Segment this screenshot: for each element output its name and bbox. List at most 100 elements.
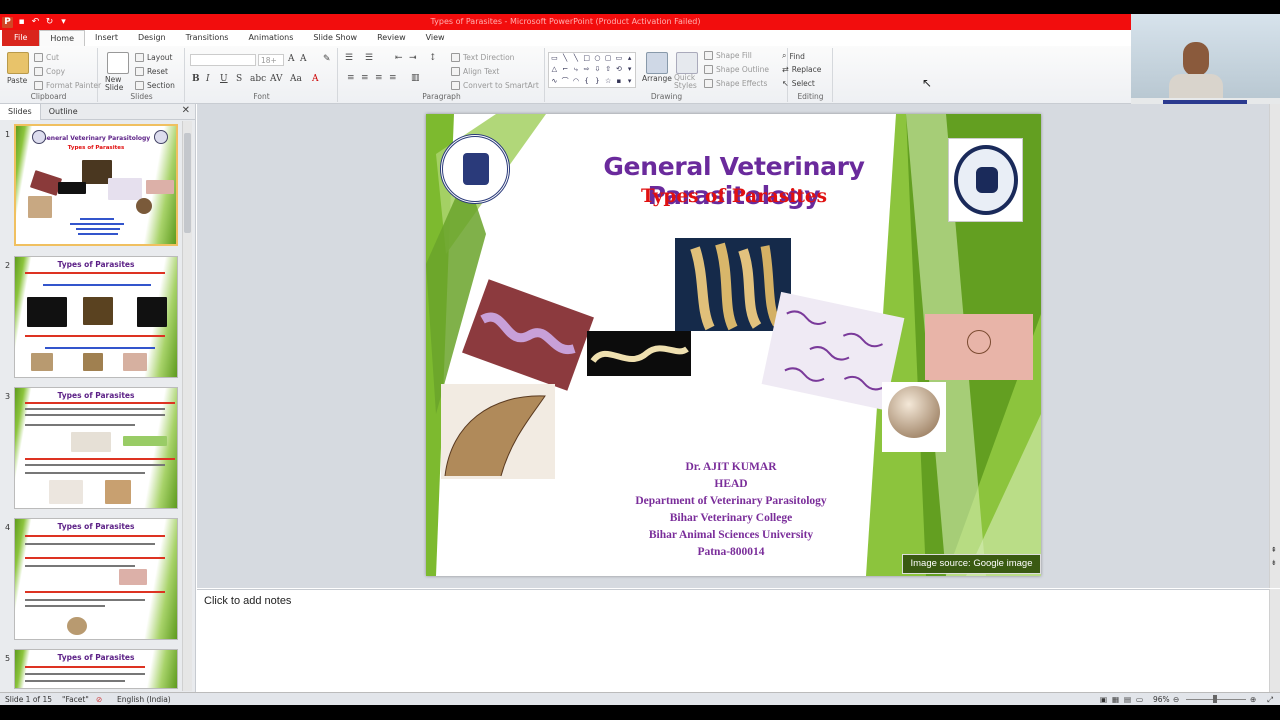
more-shapes-icon[interactable]: ▪ [614,76,625,87]
reset-button[interactable]: Reset [135,67,168,76]
select-button[interactable]: ↖ Select [782,79,815,88]
tab-file[interactable]: File [2,30,40,46]
line-shape-icon[interactable]: ╲ [560,53,571,64]
curved-shape-icon[interactable]: ⟲ [614,64,625,75]
zoom-slider-handle[interactable] [1213,695,1217,703]
tab-outline[interactable]: Outline [41,104,86,120]
line-spacing-icon[interactable]: ↕ [429,53,437,63]
next-slide-icon[interactable]: ⇟ [1271,559,1277,567]
grow-font-icon[interactable]: A [288,54,295,64]
quick-styles-button[interactable]: Quick Styles [674,74,700,90]
spellcheck-icon[interactable]: ⊘ [96,695,102,704]
scroll-down-icon[interactable]: ▾ [624,64,635,75]
elbow-shape-icon[interactable]: ⌐ [560,64,571,75]
font-size-box[interactable]: 18+ [258,54,284,66]
current-slide[interactable]: General Veterinary Parasitology Types of… [426,114,1041,576]
new-slide-button[interactable]: New Slide [105,76,135,92]
increase-indent-icon[interactable]: ⇥ [409,53,417,63]
notes-pane[interactable]: Click to add notes [197,589,1269,692]
slide-thumbnail-3[interactable]: Types of Parasites [14,387,178,509]
paste-button[interactable]: Paste [7,76,27,85]
slide-thumbnail-4[interactable]: Types of Parasites [14,518,178,640]
bracket-shape-icon[interactable]: { [581,76,592,87]
tab-view[interactable]: View [416,30,455,46]
tab-review[interactable]: Review [367,30,416,46]
italic-icon[interactable]: I [206,74,210,84]
triangle-shape-icon[interactable]: △ [549,64,560,75]
bold-icon[interactable]: B [192,74,200,84]
change-case-icon[interactable]: Aa [290,74,302,84]
shapes-gallery[interactable]: ▭ ╲ ╲ □ ○ ▢ ▭ ▴ △ ⌐ ⤷ ⇨ ⇩ ⇧ ⟲ ▾ ∿ ⌒ ◠{} ☆ ▪ ▾ [548,52,636,88]
layout-button[interactable]: Layout [135,53,173,62]
text-direction-button[interactable]: Text Direction [451,53,514,62]
cut-button[interactable]: Cut [34,53,59,62]
tab-slides[interactable]: Slides [0,103,41,120]
curve-shape-icon[interactable]: ∿ [549,76,560,87]
font-name-box[interactable] [190,54,256,66]
align-text-button[interactable]: Align Text [451,67,499,76]
editor-scrollbar[interactable]: ⇞ ⇟ [1269,104,1280,588]
shape-outline-button[interactable]: Shape Outline [704,65,769,74]
numbering-icon[interactable]: ☰ [365,53,373,63]
shape-effects-button[interactable]: Shape Effects [704,79,767,88]
close-icon[interactable]: ✕ [182,105,190,116]
justify-icon[interactable]: ≡ [389,73,397,83]
strikethrough-icon[interactable]: abc [250,74,266,84]
arrow-down-shape-icon[interactable]: ⇩ [592,64,603,75]
tab-home[interactable]: Home [39,30,86,46]
bent-arrow-icon[interactable]: ⤷ [571,64,582,75]
fit-to-window-icon[interactable]: ⤢ [1267,695,1273,705]
panel-scrollbar[interactable] [182,121,192,691]
line2-shape-icon[interactable]: ╲ [571,53,582,64]
shadow-icon[interactable]: S [236,74,242,84]
convert-smartart-button[interactable]: Convert to SmartArt [451,81,539,90]
copy-button[interactable]: Copy [34,67,65,76]
tab-insert[interactable]: Insert [85,30,128,46]
columns-icon[interactable]: ▥ [411,73,420,83]
rect2-shape-icon[interactable]: ▭ [614,53,625,64]
brace-shape-icon[interactable]: } [592,76,603,87]
underline-icon[interactable]: U [220,74,228,84]
oval-shape-icon[interactable]: ○ [592,53,603,64]
align-right-icon[interactable]: ≡ [375,73,383,83]
prev-slide-icon[interactable]: ⇞ [1271,546,1277,554]
tab-transitions[interactable]: Transitions [176,30,239,46]
rect-shape-icon[interactable]: □ [581,53,592,64]
align-center-icon[interactable]: ≡ [361,73,369,83]
reading-view-icon[interactable]: ▤ [1124,695,1131,704]
textbox-shape-icon[interactable]: ▭ [549,53,560,64]
tab-animations[interactable]: Animations [238,30,303,46]
tab-design[interactable]: Design [128,30,176,46]
decrease-indent-icon[interactable]: ⇤ [395,53,403,63]
panel-scroll-thumb[interactable] [184,133,191,233]
arrow-up-shape-icon[interactable]: ⇧ [603,64,614,75]
find-button[interactable]: ⌕ Find [782,51,805,61]
slide-sorter-icon[interactable]: ▦ [1112,695,1119,704]
char-spacing-icon[interactable]: AV [270,74,283,84]
arc-shape-icon[interactable]: ◠ [571,76,582,87]
shape-fill-button[interactable]: Shape Fill [704,51,752,60]
arrow-right-shape-icon[interactable]: ⇨ [581,64,592,75]
zoom-in-icon[interactable]: ⊕ [1250,695,1256,704]
shrink-font-icon[interactable]: A [300,54,307,64]
language-indicator[interactable]: English (India) [117,695,171,704]
slideshow-icon[interactable]: ▭ [1136,695,1143,704]
normal-view-icon[interactable]: ▣ [1100,695,1107,704]
slide-thumbnail-2[interactable]: Types of Parasites [14,256,178,378]
notes-scrollbar[interactable] [1269,589,1280,692]
clear-formatting-icon[interactable]: ✎ [323,54,331,64]
bullets-icon[interactable]: ☰ [345,53,353,63]
replace-button[interactable]: ⇄ Replace [782,65,821,74]
zoom-out-icon[interactable]: ⊖ [1173,695,1179,704]
notes-placeholder[interactable]: Click to add notes [204,595,291,607]
format-painter-button[interactable]: Format Painter [34,81,101,90]
slide-thumbnail-5[interactable]: Types of Parasites [14,649,178,689]
zoom-level[interactable]: 96% [1153,695,1170,704]
tab-slide-show[interactable]: Slide Show [303,30,367,46]
star-shape-icon[interactable]: ☆ [603,76,614,87]
gallery-more-icon[interactable]: ▾ [624,76,635,87]
freeform-shape-icon[interactable]: ⌒ [560,76,571,87]
slide-thumbnail-1[interactable]: General Veterinary Parasitology Types of… [14,124,178,246]
align-left-icon[interactable]: ≡ [347,73,355,83]
rounded-rect-shape-icon[interactable]: ▢ [603,53,614,64]
